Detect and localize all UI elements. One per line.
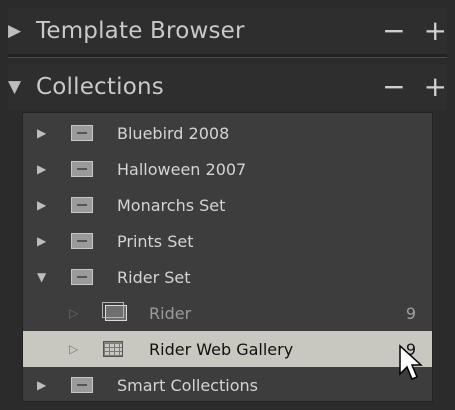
collection-set-label: Rider Set — [117, 267, 191, 287]
collection-label: Rider Web Gallery — [149, 339, 294, 359]
collection-set-row[interactable]: ▶ Monarchs Set — [23, 187, 432, 223]
collapsed-triangle-icon[interactable]: ▶ — [37, 198, 46, 212]
collection-set-label: Monarchs Set — [117, 195, 226, 215]
collection-set-label: Prints Set — [117, 231, 194, 251]
web-gallery-icon — [103, 341, 123, 357]
collection-set-label: Bluebird 2008 — [117, 123, 230, 143]
collection-set-row[interactable]: ▶ Halloween 2007 — [23, 151, 432, 187]
add-collection-button[interactable]: + — [424, 73, 447, 101]
collection-row-selected[interactable]: ▷ Rider Web Gallery 9 — [23, 331, 432, 367]
expanded-triangle-icon[interactable]: ▼ — [37, 270, 46, 284]
collapsed-triangle-icon[interactable]: ▶ — [8, 21, 36, 41]
collection-set-row[interactable]: ▶ Bluebird 2008 — [23, 115, 432, 151]
collapsed-triangle-icon[interactable]: ▶ — [37, 126, 46, 140]
collection-set-row[interactable]: ▼ Rider Set — [23, 259, 432, 295]
collections-list: ▶ Bluebird 2008 ▶ Halloween 2007 ▶ Monar… — [22, 112, 433, 402]
collections-title: Collections — [36, 74, 164, 100]
child-triangle-icon[interactable]: ▷ — [69, 306, 78, 320]
collection-label: Rider — [149, 303, 192, 323]
collection-set-label: Halloween 2007 — [117, 159, 247, 179]
collections-header[interactable]: ▼ Collections − + — [8, 64, 447, 110]
collection-set-icon — [71, 233, 93, 249]
mouse-cursor-icon — [399, 344, 423, 380]
collapsed-triangle-icon[interactable]: ▶ — [37, 234, 46, 248]
child-triangle-icon[interactable]: ▷ — [69, 342, 78, 356]
remove-collection-button[interactable]: − — [382, 73, 405, 101]
collection-set-icon — [71, 161, 93, 177]
expanded-triangle-icon[interactable]: ▼ — [8, 77, 36, 97]
collection-row[interactable]: ▷ Rider 9 — [23, 295, 432, 331]
collection-set-icon — [71, 197, 93, 213]
collapsed-triangle-icon[interactable]: ▶ — [37, 378, 46, 392]
add-template-button[interactable]: + — [424, 17, 447, 45]
smart-collections-row[interactable]: ▶ Smart Collections — [23, 367, 432, 403]
template-browser-title: Template Browser — [36, 18, 245, 44]
divider — [8, 54, 447, 58]
collections-panel-frame: ▶ Template Browser − + ▼ Collections − +… — [0, 0, 455, 410]
collection-set-icon — [71, 377, 93, 393]
collapsed-triangle-icon[interactable]: ▶ — [37, 162, 46, 176]
smart-collections-label: Smart Collections — [117, 375, 258, 395]
collection-set-row[interactable]: ▶ Prints Set — [23, 223, 432, 259]
template-browser-header[interactable]: ▶ Template Browser − + — [8, 8, 447, 54]
collection-icon — [102, 302, 127, 321]
collection-set-icon — [71, 125, 93, 141]
remove-template-button[interactable]: − — [382, 17, 405, 45]
collection-count: 9 — [405, 303, 416, 323]
collection-set-icon — [71, 269, 93, 285]
